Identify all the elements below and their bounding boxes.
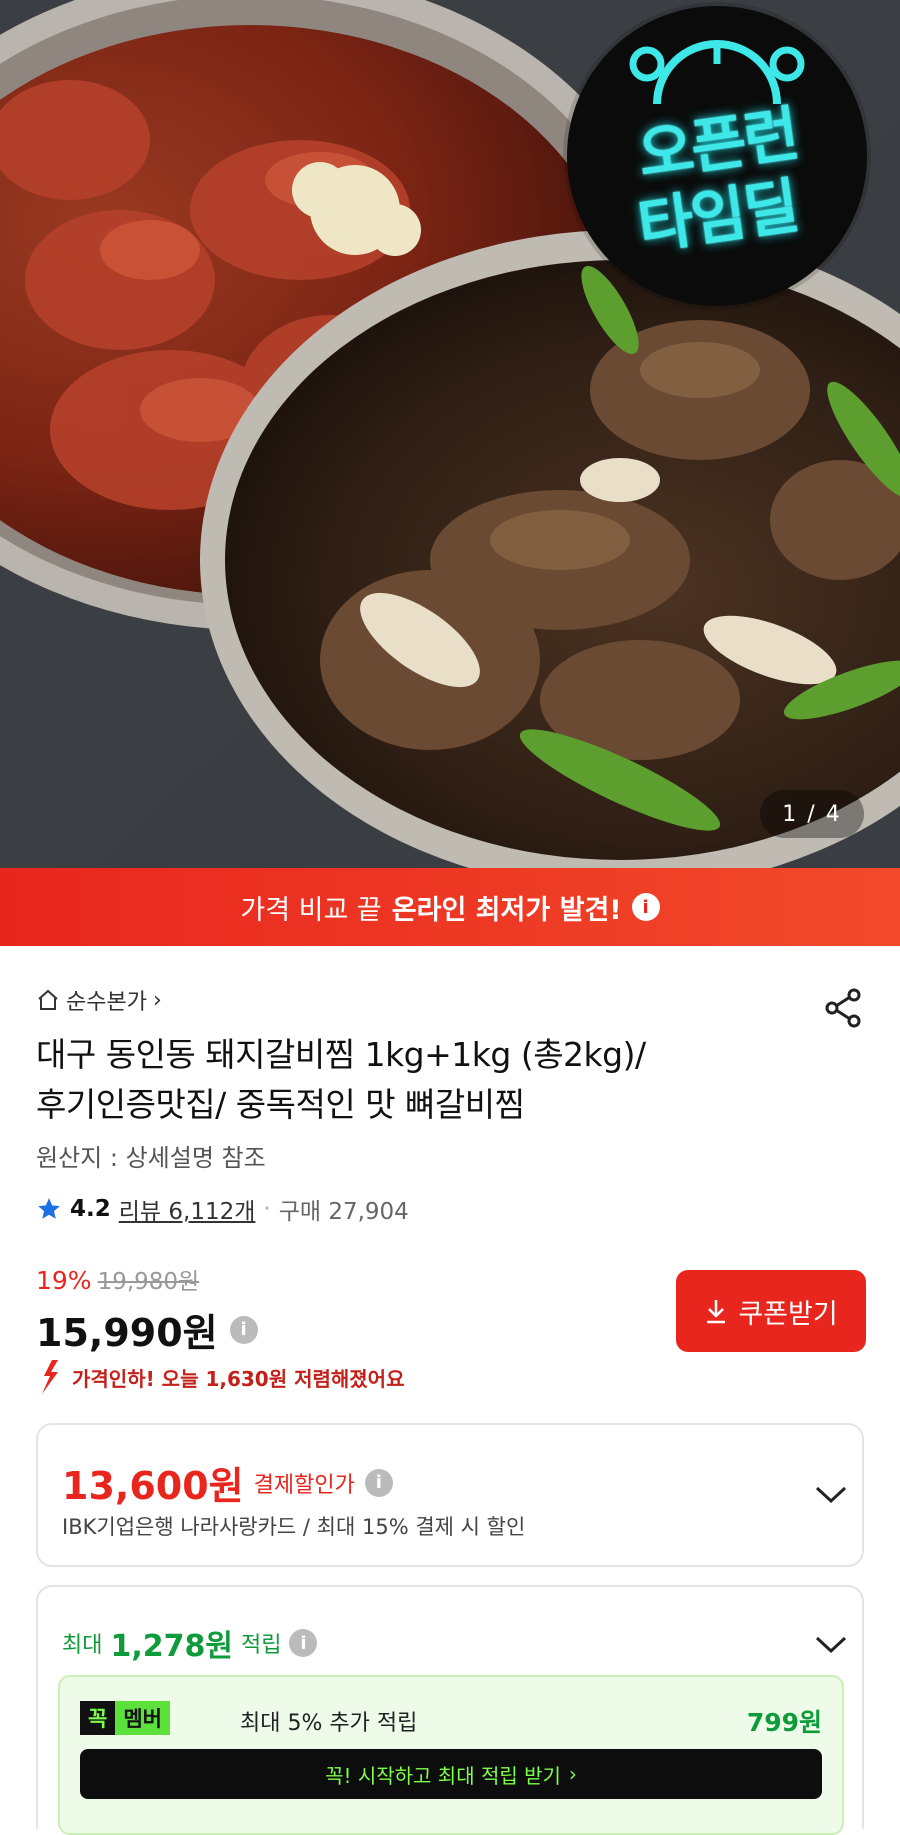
chevron-down-icon[interactable] bbox=[814, 1635, 848, 1655]
price-info-icon[interactable]: i bbox=[229, 1315, 258, 1344]
payment-discount-info-icon[interactable]: i bbox=[364, 1468, 393, 1497]
rating-row: 4.2 리뷰 6,112개 · 구매 27,904 bbox=[36, 1192, 409, 1226]
product-image-carousel[interactable]: 오픈런 타임딜 1 / 4 bbox=[0, 0, 900, 868]
membership-amount: 799원 bbox=[746, 1708, 822, 1737]
open-run-time-deal-badge: 오픈런 타임딜 bbox=[567, 6, 867, 306]
payment-discount-card[interactable]: 13,600원 결제할인가 i IBK기업은행 나라사랑카드 / 최대 15% … bbox=[36, 1423, 864, 1567]
product-title-line2: 후기인증맛집/ 중독적인 맛 뼈갈비찜 bbox=[36, 1085, 525, 1124]
price-down-arrow-icon bbox=[42, 1360, 58, 1394]
chevron-down-icon[interactable] bbox=[814, 1485, 848, 1505]
product-title: 대구 동인동 돼지갈비찜 1kg+1kg (총2kg)/ 후기인증맛집/ 중독적… bbox=[36, 1030, 816, 1130]
reward-info-icon[interactable]: i bbox=[289, 1629, 318, 1657]
download-icon bbox=[707, 1300, 726, 1324]
membership-start-label: 꼭! 시작하고 최대 적립 받기 bbox=[325, 1763, 561, 1788]
review-link[interactable]: 리뷰 6,112개 bbox=[119, 1192, 256, 1226]
origin-info: 원산지 : 상세설명 참조 bbox=[36, 1144, 266, 1172]
reward-prefix: 최대 bbox=[62, 1633, 103, 1658]
discount-row: 19% 19,980원 bbox=[36, 1262, 199, 1296]
membership-start-button[interactable]: 꼭! 시작하고 최대 적립 받기 › bbox=[80, 1749, 822, 1799]
reward-suffix: 적립 bbox=[240, 1633, 282, 1658]
membership-logo: 꼭 멤버 bbox=[80, 1701, 170, 1735]
membership-box: 꼭 멤버 최대 5% 추가 적립 799원 꼭! 시작하고 최대 적립 받기 › bbox=[58, 1675, 844, 1835]
home-icon bbox=[38, 989, 58, 1010]
store-name: 순수본가 bbox=[66, 990, 147, 1015]
coupon-label: 쿠폰받기 bbox=[738, 1298, 838, 1330]
rewards-card: 최대 1,278원 적립 i 꼭 멤버 최대 5% 추가 적립 799원 꼭! … bbox=[36, 1585, 864, 1835]
membership-tag-1: 꼭 bbox=[80, 1701, 116, 1735]
product-title-line1: 대구 동인동 돼지갈비찜 1kg+1kg (총2kg)/ bbox=[36, 1035, 646, 1074]
payment-discount-label: 결제할인가 bbox=[253, 1472, 355, 1498]
payment-discount-row: 13,600원 결제할인가 i bbox=[62, 1455, 393, 1510]
discount-percent: 19% bbox=[36, 1266, 92, 1295]
price-drop-notice: 가격인하! 오늘 1,630원 저렴해졌어요 bbox=[36, 1358, 404, 1396]
membership-text: 최대 5% 추가 적립 bbox=[240, 1711, 418, 1736]
image-pager: 1 / 4 bbox=[760, 790, 864, 838]
reward-amount: 1,278원 bbox=[110, 1629, 233, 1664]
sale-price: 15,990원 bbox=[36, 1311, 218, 1355]
rating-score: 4.2 bbox=[70, 1196, 111, 1222]
original-price: 19,980원 bbox=[97, 1269, 200, 1295]
lowest-price-banner[interactable]: 가격 비교 끝 온라인 최저가 발견! i bbox=[0, 868, 900, 946]
payment-discount-description: IBK기업은행 나라사랑카드 / 최대 15% 결제 시 할인 bbox=[62, 1515, 526, 1539]
info-icon[interactable]: i bbox=[631, 893, 660, 921]
chevron-right-icon: › bbox=[152, 987, 162, 1013]
reward-points-row: 최대 1,278원 적립 i bbox=[62, 1621, 318, 1665]
membership-tag-2: 멤버 bbox=[115, 1701, 170, 1735]
star-icon bbox=[38, 1198, 60, 1219]
share-icon[interactable] bbox=[822, 986, 866, 1030]
separator: · bbox=[263, 1196, 271, 1222]
store-link[interactable]: 순수본가 › bbox=[36, 984, 162, 1016]
coupon-download-button[interactable]: 쿠폰받기 bbox=[676, 1270, 866, 1352]
payment-discount-amount: 13,600원 bbox=[62, 1464, 244, 1508]
banner-text: 가격 비교 끝 bbox=[240, 894, 382, 926]
chevron-right-icon: › bbox=[568, 1762, 577, 1786]
price-drop-text: 가격인하! 오늘 1,630원 저렴해졌어요 bbox=[72, 1366, 405, 1391]
purchase-count: 구매 27,904 bbox=[278, 1199, 409, 1225]
banner-highlight: 온라인 최저가 발견! bbox=[391, 894, 622, 926]
price-row: 15,990원 i bbox=[36, 1302, 258, 1357]
